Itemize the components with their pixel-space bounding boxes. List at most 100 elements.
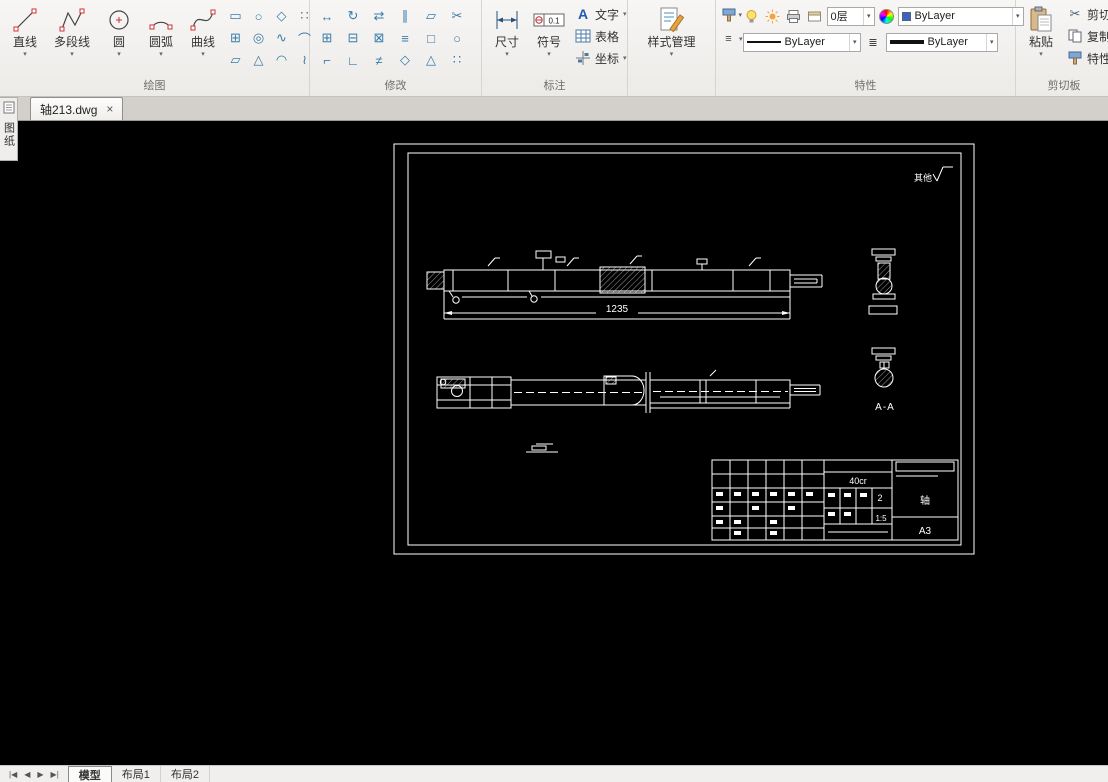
- plot-icon[interactable]: [785, 8, 802, 24]
- layer-select[interactable]: 0层 ▾: [826, 6, 875, 26]
- prev-sheet-icon[interactable]: ◀: [24, 770, 30, 779]
- text-button[interactable]: A 文字 ▾: [573, 3, 629, 25]
- arc-button[interactable]: 圆弧 ▾: [140, 3, 182, 75]
- modify-tool-icon[interactable]: ◇: [392, 49, 418, 71]
- first-sheet-icon[interactable]: |◀: [9, 770, 17, 779]
- tab-layout1[interactable]: 布局1: [112, 766, 161, 782]
- draw-tool-icon[interactable]: ◠: [270, 49, 293, 71]
- draw-tool-icon[interactable]: ⊞: [224, 27, 247, 49]
- group-label-clipboard: 剪切板: [1047, 80, 1081, 92]
- circle-icon: [103, 5, 135, 35]
- model-space-canvas[interactable]: 其他 1235 A-A 40cr 2 1:5 轴 A3: [0, 121, 1108, 765]
- chevron-down-icon[interactable]: ▾: [670, 50, 674, 59]
- modify-tool-icon[interactable]: □: [418, 27, 444, 49]
- chevron-down-icon: ▾: [863, 7, 871, 25]
- match-properties-button[interactable]: ≡ ▾: [720, 31, 742, 47]
- ribbon: 直线 ▾ 多段线 ▾ 圆 ▾ 圆弧 ▾ 曲线 ▾ ▭ ○ ◇ ∷ ⊞ ◎ ∿ ⌒…: [0, 0, 1108, 97]
- draw-tool-icon[interactable]: ◇: [270, 5, 293, 27]
- polyline-icon: [56, 5, 88, 35]
- color-select[interactable]: ByLayer ▾: [897, 6, 1024, 26]
- paste-special-button[interactable]: 特性: [1065, 47, 1108, 69]
- layer-on-icon[interactable]: [743, 8, 760, 24]
- modify-tool-icon[interactable]: ↻: [340, 5, 366, 27]
- modify-tool-icon[interactable]: ⊠: [366, 27, 392, 49]
- scale-text: 1:5: [875, 514, 887, 523]
- sheet-icon: [3, 101, 15, 119]
- chevron-down-icon[interactable]: ▾: [739, 11, 743, 19]
- group-label-style: [628, 79, 715, 96]
- chevron-down-icon[interactable]: ▾: [23, 50, 27, 59]
- tab-layout2[interactable]: 布局2: [161, 766, 211, 782]
- draw-tool-icon[interactable]: ▱: [224, 49, 247, 71]
- modify-tool-icon[interactable]: △: [418, 49, 444, 71]
- sheet-size-text: A3: [919, 526, 932, 537]
- chevron-down-icon[interactable]: ▾: [1039, 50, 1043, 59]
- chevron-down-icon[interactable]: ▾: [623, 54, 627, 62]
- ribbon-group-draw: 直线 ▾ 多段线 ▾ 圆 ▾ 圆弧 ▾ 曲线 ▾ ▭ ○ ◇ ∷ ⊞ ◎ ∿ ⌒…: [0, 0, 311, 96]
- group-label-modify: 修改: [384, 80, 407, 92]
- lineweight-icon[interactable]: ≣: [865, 34, 882, 50]
- draw-tool-icon[interactable]: △: [247, 49, 270, 71]
- color-wheel-icon[interactable]: [878, 8, 894, 24]
- modify-tool-icon[interactable]: ○: [444, 27, 470, 49]
- linetype-sample: [746, 41, 781, 43]
- dimension-icon: [491, 5, 523, 35]
- document-tab[interactable]: 轴213.dwg ×: [30, 97, 124, 120]
- chevron-down-icon[interactable]: ▾: [505, 50, 509, 59]
- modify-tool-icon[interactable]: ∷: [444, 49, 470, 71]
- close-icon[interactable]: ×: [106, 102, 113, 116]
- layer-thaw-icon[interactable]: [764, 8, 781, 24]
- modify-tool-icon[interactable]: ⌐: [314, 49, 340, 71]
- material-text: 40cr: [849, 476, 867, 486]
- chevron-down-icon[interactable]: ▾: [159, 50, 163, 59]
- next-sheet-icon[interactable]: ▶: [37, 770, 43, 779]
- polyline-button[interactable]: 多段线 ▾: [46, 3, 98, 75]
- copy-button[interactable]: 复制: [1065, 25, 1108, 47]
- layer-icon[interactable]: [806, 8, 823, 24]
- arc-icon: [145, 5, 177, 35]
- chevron-down-icon[interactable]: ▾: [547, 50, 551, 59]
- chevron-down-icon[interactable]: ▾: [201, 50, 205, 59]
- chevron-down-icon[interactable]: ▾: [70, 50, 74, 59]
- modify-tool-icon[interactable]: ≡: [392, 27, 418, 49]
- shaft-section-view: [436, 369, 821, 413]
- dimension-button[interactable]: 尺寸 ▾: [486, 3, 528, 75]
- modify-tool-icon[interactable]: ≠: [366, 49, 392, 71]
- sheet-side-tab-label: 图纸: [2, 122, 15, 148]
- modify-tool-icon[interactable]: ⊟: [340, 27, 366, 49]
- paste-button[interactable]: 粘贴 ▾: [1020, 3, 1062, 75]
- format-brush-button[interactable]: ▾: [721, 7, 743, 23]
- lineweight-select[interactable]: ByLayer ▾: [885, 32, 998, 52]
- modify-tool-icon[interactable]: ↔: [314, 5, 340, 27]
- chevron-down-icon[interactable]: ▾: [623, 10, 627, 18]
- svg-text:0.1: 0.1: [548, 17, 560, 26]
- modify-tool-icon[interactable]: ∥: [392, 5, 418, 27]
- paste-icon: [1025, 5, 1057, 35]
- modify-tool-icon[interactable]: ⊞: [314, 27, 340, 49]
- line-button[interactable]: 直线 ▾: [4, 3, 46, 75]
- draw-tool-icon[interactable]: ◎: [247, 27, 270, 49]
- coordinate-button[interactable]: 坐标 ▾: [573, 47, 629, 69]
- modify-tool-icon[interactable]: ✂: [444, 5, 470, 27]
- draw-tool-icon[interactable]: ○: [247, 5, 270, 27]
- style-manager-button[interactable]: 样式管理 ▾: [640, 3, 704, 75]
- draw-tool-icon[interactable]: ▭: [224, 5, 247, 27]
- section-view-top: [868, 248, 898, 315]
- modify-tool-icon[interactable]: ⇄: [366, 5, 392, 27]
- modify-tool-grid: ↔ ↻ ⇄ ∥ ▱ ✂ ⊞ ⊟ ⊠ ≡ □ ○ ⌐ ∟ ≠ ◇ △ ∷: [314, 5, 470, 71]
- modify-tool-icon[interactable]: ∟: [340, 49, 366, 71]
- color-swatch: [901, 11, 911, 21]
- table-button[interactable]: 表格: [573, 25, 629, 47]
- cut-button[interactable]: ✂ 剪切: [1065, 3, 1108, 25]
- symbol-button[interactable]: 0.1 符号 ▾: [528, 3, 570, 75]
- tab-model[interactable]: 模型: [67, 766, 112, 782]
- surface-finish-symbol: [932, 166, 953, 182]
- last-sheet-icon[interactable]: ▶|: [51, 770, 59, 779]
- spline-button[interactable]: 曲线 ▾: [182, 3, 224, 75]
- linetype-select[interactable]: ByLayer ▾: [742, 32, 861, 52]
- circle-button[interactable]: 圆 ▾: [98, 3, 140, 75]
- draw-tool-icon[interactable]: ∿: [270, 27, 293, 49]
- modify-tool-icon[interactable]: ▱: [418, 5, 444, 27]
- sheet-side-tab[interactable]: 图纸: [0, 97, 18, 161]
- chevron-down-icon[interactable]: ▾: [117, 50, 121, 59]
